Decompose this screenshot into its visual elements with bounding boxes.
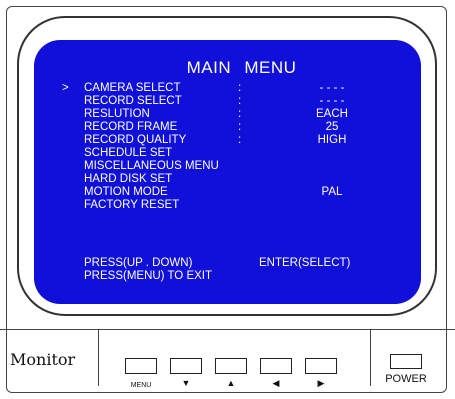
menu-item-colon: : — [238, 82, 242, 94]
up-button[interactable] — [215, 358, 247, 374]
up-arrow-icon: ▲ — [226, 378, 236, 388]
menu-item-label: MOTION MODE — [84, 186, 168, 198]
menu-item-label: CAMERA SELECT — [84, 82, 181, 94]
menu-item-value: 25 — [325, 121, 339, 133]
menu-item-camera-select[interactable]: > CAMERA SELECT : - - - - — [62, 82, 372, 95]
menu-item-label: RECORD FRAME — [84, 121, 178, 133]
menu-item-value: PAL — [321, 186, 343, 198]
menu-item-miscellaneous-menu[interactable]: MISCELLANEOUS MENU — [72, 160, 372, 173]
menu-item-value: EACH — [316, 108, 348, 120]
menu-item-value: HIGH — [317, 134, 347, 146]
down-arrow-icon: ▼ — [181, 378, 191, 388]
menu-item-schedule-set[interactable]: SCHEDULE SET — [72, 147, 372, 160]
panel-divider — [0, 329, 455, 330]
power-label: POWER — [385, 373, 427, 385]
down-button[interactable] — [170, 358, 202, 374]
selection-cursor: > — [62, 82, 69, 94]
menu-item-label: RESLUTION — [84, 108, 150, 120]
menu-item-motion-mode[interactable]: MOTION MODE PAL — [72, 186, 372, 199]
menu-item-factory-reset[interactable]: FACTORY RESET — [72, 199, 372, 212]
menu-item-value: - - - - — [319, 95, 345, 107]
menu-item-label: SCHEDULE SET — [84, 147, 173, 159]
menu-item-colon: : — [238, 95, 242, 107]
instruction-enter: ENTER(SELECT) — [259, 257, 351, 269]
menu-item-colon: : — [238, 108, 242, 120]
left-button[interactable] — [260, 358, 292, 374]
menu-item-label: HARD DISK SET — [84, 173, 173, 185]
menu-button-label: MENU — [130, 382, 152, 389]
menu-item-resolution[interactable]: RESLUTION : EACH — [72, 108, 372, 121]
brand-label: Monitor — [10, 350, 76, 369]
menu-item-record-quality[interactable]: RECORD QUALITY : HIGH — [72, 134, 372, 147]
right-arrow-icon: ▶ — [317, 378, 325, 388]
menu-item-colon: : — [238, 121, 242, 133]
menu-item-colon: : — [238, 134, 242, 146]
instruction-navigate: PRESS(UP . DOWN) — [84, 257, 193, 269]
panel-separator — [98, 330, 99, 386]
menu-item-label: FACTORY RESET — [84, 199, 180, 211]
menu-item-record-frame[interactable]: RECORD FRAME : 25 — [72, 121, 372, 134]
osd-screen: MAIN MENU > CAMERA SELECT : - - - - RECO… — [34, 40, 421, 304]
panel-separator — [370, 330, 371, 386]
menu-title: MAIN MENU — [186, 58, 297, 77]
menu-button[interactable] — [125, 358, 157, 374]
menu-item-value: - - - - — [319, 82, 345, 94]
menu-item-label: RECORD SELECT — [84, 95, 182, 107]
menu-item-hard-disk-set[interactable]: HARD DISK SET — [72, 173, 372, 186]
instruction-exit: PRESS(MENU) TO EXIT — [84, 270, 213, 282]
menu-item-record-select[interactable]: RECORD SELECT : - - - - — [72, 95, 372, 108]
menu-list: > CAMERA SELECT : - - - - RECORD SELECT … — [62, 82, 372, 212]
menu-item-label: RECORD QUALITY — [84, 134, 187, 146]
right-button[interactable] — [305, 358, 337, 374]
power-button[interactable] — [390, 354, 422, 369]
instructions: PRESS(UP . DOWN) ENTER(SELECT) PRESS(MEN… — [84, 257, 350, 283]
left-arrow-icon: ◀ — [272, 378, 280, 388]
menu-item-label: MISCELLANEOUS MENU — [84, 160, 219, 172]
